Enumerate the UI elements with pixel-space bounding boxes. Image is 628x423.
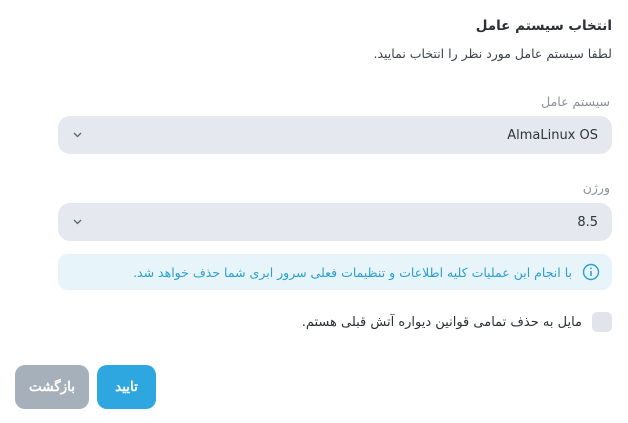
version-field-label: ورژن: [582, 180, 610, 195]
chevron-down-icon: [72, 217, 82, 227]
version-select-value: 8.5: [577, 214, 598, 230]
warning-notice-text: با انجام این عملیات کلیه اطلاعات و تنظیم…: [133, 264, 572, 280]
firewall-checkbox[interactable]: [592, 312, 612, 332]
os-select-value: AlmaLinux OS: [507, 127, 598, 143]
firewall-option[interactable]: مایل به حذف تمامی قوانین دیواره آتش قبلی…: [302, 310, 612, 334]
confirm-button[interactable]: تایید: [97, 365, 156, 409]
version-select[interactable]: 8.5: [58, 203, 612, 241]
firewall-checkbox-label[interactable]: مایل به حذف تمامی قوانین دیواره آتش قبلی…: [302, 315, 582, 330]
info-icon: [582, 263, 600, 281]
warning-notice: با انجام این عملیات کلیه اطلاعات و تنظیم…: [58, 254, 612, 290]
back-button[interactable]: بازگشت: [15, 365, 89, 409]
chevron-down-icon: [72, 130, 82, 140]
page-title: انتخاب سیستم عامل: [475, 18, 612, 34]
page-subtitle: لطفا سیستم عامل مورد نظر را انتخاب نمایی…: [373, 46, 613, 61]
os-select[interactable]: AlmaLinux OS: [58, 116, 612, 154]
os-field-label: سیستم عامل: [541, 94, 610, 109]
